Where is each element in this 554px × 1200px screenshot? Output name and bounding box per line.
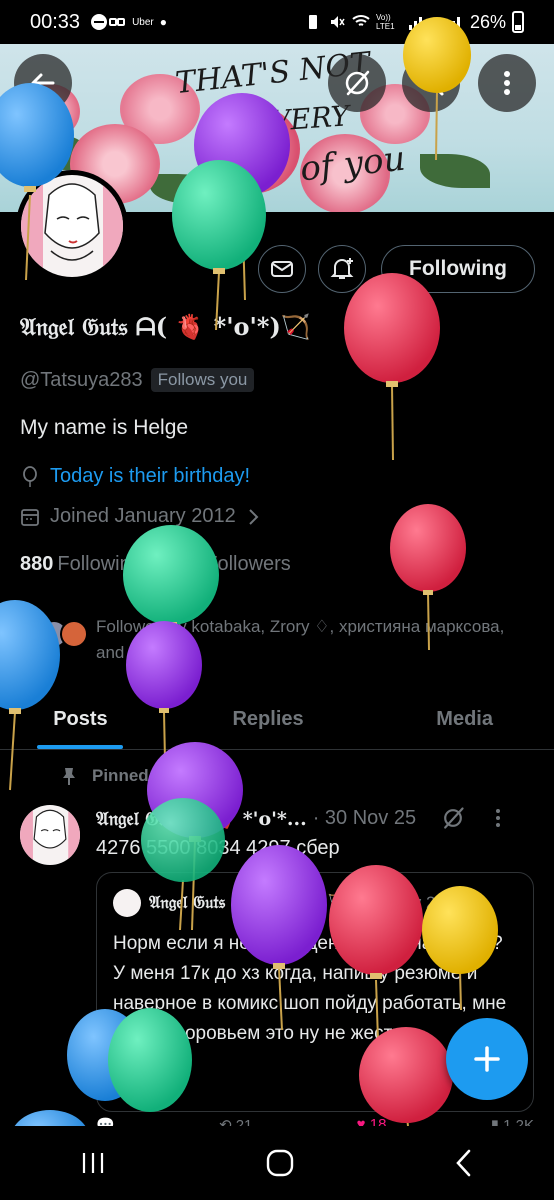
avatar-drawing xyxy=(21,175,123,277)
grok-icon xyxy=(345,70,370,96)
banner-leaf xyxy=(150,174,220,204)
tweet-author-name[interactable]: 𝔄𝔫𝔤𝔢𝔩 𝔊𝔲𝔱𝔰 ᗩ(🫀 *'o'*... xyxy=(96,807,307,830)
pinned-label-row: Pinned xyxy=(60,766,149,786)
notify-button[interactable] xyxy=(318,245,366,293)
battery-icon xyxy=(512,11,524,33)
following-count-link[interactable]: 880 Following xyxy=(20,553,142,576)
follow-counts: 880 Following 505 Followers xyxy=(20,553,291,576)
joined-text: Joined January 2012 xyxy=(50,505,236,527)
tab-posts[interactable]: Posts xyxy=(0,690,161,749)
battery-percent: 26% xyxy=(469,11,506,32)
tab-media[interactable]: Media xyxy=(375,690,554,749)
followed-by-row[interactable]: Followed by kotabaka, Zrory ♢, християна… xyxy=(20,614,516,666)
display-name: 𝔄𝔫𝔤𝔢𝔩 𝔊𝔲𝔱𝔰 ᗩ( 🫀 *'o'*)🏹 xyxy=(20,312,311,341)
pinned-label: Pinned xyxy=(92,766,149,785)
status-right: Vo)) LTE1 R 26% xyxy=(304,11,524,33)
bio: My name is Helge xyxy=(20,416,189,439)
compose-button[interactable] xyxy=(446,1018,528,1100)
grok-button[interactable] xyxy=(328,54,386,112)
follows-you-badge: Follows you xyxy=(150,368,255,392)
quote-avatar xyxy=(113,889,141,917)
mute-icon xyxy=(331,16,345,28)
tweet-header: 𝔄𝔫𝔤𝔢𝔩 𝔊𝔲𝔱𝔰 ᗩ(🫀 *'o'*... · 30 Nov 25 xyxy=(96,805,502,831)
wifi-icon xyxy=(352,15,370,26)
signal-icon xyxy=(409,17,423,30)
chevron-right-icon xyxy=(248,508,259,525)
followers-count-link[interactable]: 505 Followers xyxy=(168,553,291,576)
birthday-text[interactable]: Today is their birthday! xyxy=(50,465,250,488)
follower-avatar xyxy=(60,620,88,648)
quote-author-name: 𝔄𝔫𝔤𝔢𝔩 𝔊𝔲𝔱𝔰 ᗩ(🫀 *'o'*)🏹 xyxy=(149,893,349,913)
handle-row: @Tatsuya283 Follows you xyxy=(20,368,255,392)
balloon xyxy=(123,525,219,701)
following-label: Following xyxy=(57,553,142,575)
sim-label: R xyxy=(432,16,440,28)
profile-tabs: Posts Replies Media xyxy=(0,690,554,750)
handle: @Tatsuya283 xyxy=(20,368,143,391)
more-vertical-icon[interactable] xyxy=(494,807,502,829)
home-icon[interactable] xyxy=(265,1148,295,1178)
avatar-image xyxy=(21,175,123,277)
plus-icon xyxy=(474,1046,500,1072)
quote-time: · 30 Nov 25 xyxy=(357,893,445,912)
search-button[interactable] xyxy=(402,54,460,112)
pin-icon xyxy=(63,768,75,785)
banner-leaf xyxy=(420,154,490,188)
tweet-avatar[interactable] xyxy=(20,805,80,865)
tweet-avatar-drawing xyxy=(20,805,80,865)
tweet-time[interactable]: · 30 Nov 25 xyxy=(313,807,416,830)
link-icon xyxy=(109,18,126,26)
message-button[interactable] xyxy=(258,245,306,293)
followers-label: Followers xyxy=(205,553,291,575)
network-label: Vo)) LTE1 xyxy=(376,13,395,31)
tweet-text: 4276 5500 8034 4297 сбер xyxy=(96,837,340,859)
tab-replies[interactable]: Replies xyxy=(161,690,375,749)
quote-header: 𝔄𝔫𝔤𝔢𝔩 𝔊𝔲𝔱𝔰 ᗩ(🫀 *'o'*)🏹 · 30 Nov 25 xyxy=(113,889,517,917)
grok-icon[interactable] xyxy=(440,805,466,831)
followers-count: 505 xyxy=(167,553,202,575)
following-button[interactable]: Following xyxy=(381,245,535,293)
envelope-icon xyxy=(271,261,293,277)
back-button[interactable] xyxy=(14,54,72,112)
status-time: 00:33 xyxy=(30,10,81,33)
calendar-icon xyxy=(21,508,39,526)
back-nav-icon[interactable] xyxy=(453,1148,475,1178)
more-vertical-icon xyxy=(504,71,510,95)
birthday-row: Today is their birthday! xyxy=(20,465,250,488)
signal-icon-2 xyxy=(446,17,460,30)
followed-by-text: Followed by kotabaka, Zrory ♢, християна… xyxy=(96,617,505,662)
joined-row[interactable]: Joined January 2012 xyxy=(20,505,260,528)
recents-icon[interactable] xyxy=(79,1151,107,1175)
status-bar: 00:33 Uber ● Vo)) LTE1 R 26% xyxy=(0,0,554,44)
search-icon xyxy=(419,71,444,96)
notification-dot: ● xyxy=(159,15,167,29)
following-count: 880 xyxy=(20,553,54,575)
battery-saver-icon xyxy=(309,15,318,29)
uber-label: Uber xyxy=(132,16,154,28)
notification-dot-icon xyxy=(91,14,108,30)
arrow-left-icon xyxy=(31,73,55,93)
followed-by-avatars xyxy=(20,614,92,654)
profile-avatar[interactable] xyxy=(16,170,128,282)
more-button[interactable] xyxy=(478,54,536,112)
balloon-icon xyxy=(23,465,37,487)
bell-plus-icon xyxy=(330,258,354,279)
android-nav-bar xyxy=(0,1126,554,1200)
balloon xyxy=(344,273,440,461)
